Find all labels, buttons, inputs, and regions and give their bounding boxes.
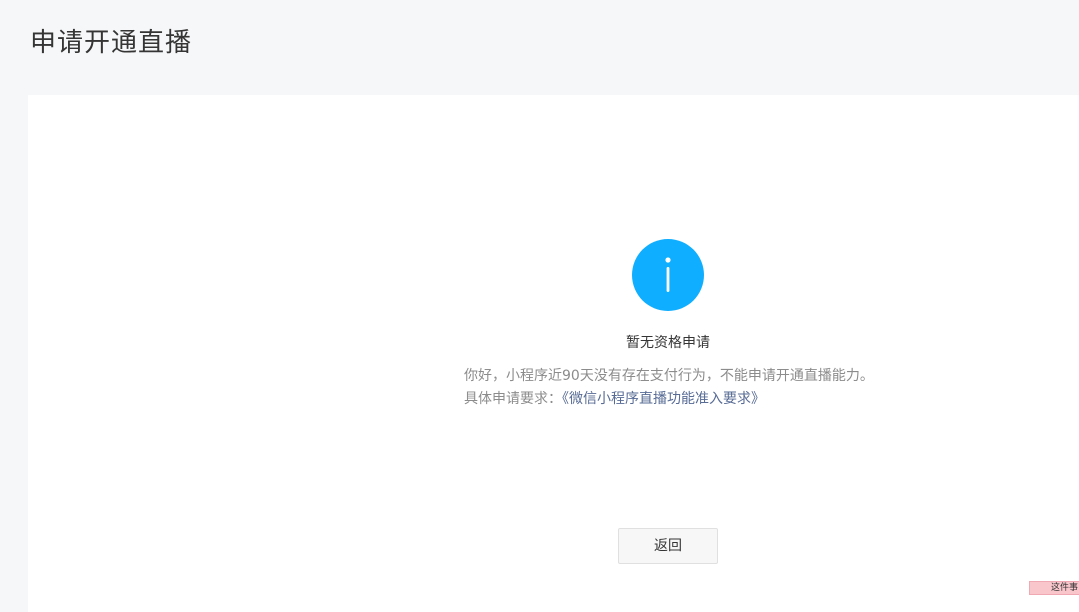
requirement-line: 具体申请要求：《微信小程序直播功能准入要求》 [464,388,1064,411]
requirement-label: 具体申请要求： [464,391,562,407]
message-title: 暂无资格申请 [626,335,710,351]
page: 申请开通直播 暂无资格申请 你好，小程序近90天没有存在支付行为，不能申请开通直… [0,0,1079,612]
content-card: 暂无资格申请 你好，小程序近90天没有存在支付行为，不能申请开通直播能力。 具体… [28,95,1079,612]
message-description: 你好，小程序近90天没有存在支付行为，不能申请开通直播能力。 具体申请要求：《微… [464,365,1064,411]
floating-tag[interactable]: 这件事 [1029,581,1079,595]
description-text: 你好，小程序近90天没有存在支付行为，不能申请开通直播能力。 [464,368,874,384]
info-icon [632,239,704,311]
message-area: 暂无资格申请 你好，小程序近90天没有存在支付行为，不能申请开通直播能力。 具体… [28,95,1079,612]
requirement-link[interactable]: 《微信小程序直播功能准入要求》 [562,391,765,407]
page-title: 申请开通直播 [30,28,193,58]
back-button[interactable]: 返回 [618,528,718,564]
